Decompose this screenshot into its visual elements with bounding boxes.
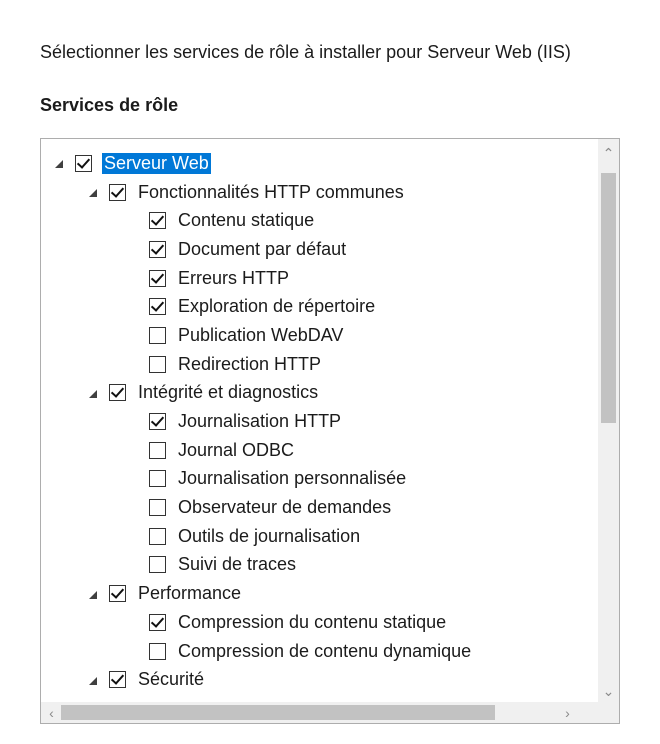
tree-item-label[interactable]: Performance <box>136 583 243 604</box>
scrollbar-corner <box>598 702 619 723</box>
tree-item[interactable]: Exploration de répertoire <box>41 292 598 321</box>
tree-item[interactable]: Performance <box>41 579 598 608</box>
checkbox[interactable] <box>149 642 166 660</box>
expand-arrow-icon[interactable] <box>89 389 97 398</box>
expand-arrow-icon[interactable] <box>55 160 63 169</box>
tree-item-label[interactable]: Serveur Web <box>102 152 211 174</box>
tree-item-label[interactable]: Outils de journalisation <box>176 526 362 547</box>
tree-item[interactable]: Compression de contenu dynamique <box>41 637 598 666</box>
tree-viewport: Serveur Web Fonctionnalités HTTP communes… <box>41 139 598 702</box>
tree-item-label[interactable]: Compression de contenu dynamique <box>176 641 473 662</box>
expand-arrow-icon[interactable] <box>89 676 97 685</box>
checkbox[interactable] <box>109 183 126 201</box>
tree-item-label[interactable]: Journal ODBC <box>176 440 296 461</box>
checkbox[interactable] <box>149 355 166 373</box>
checkbox[interactable] <box>149 269 166 287</box>
tree-item[interactable]: Journal ODBC <box>41 436 598 465</box>
tree-item[interactable]: Outils de journalisation <box>41 522 598 551</box>
tree-item[interactable]: Intégrité et diagnostics <box>41 379 598 408</box>
tree-item[interactable]: Journalisation personnalisée <box>41 465 598 494</box>
checkbox[interactable] <box>149 470 166 488</box>
tree-item-label[interactable]: Redirection HTTP <box>176 354 323 375</box>
tree-item-label[interactable]: Fonctionnalités HTTP communes <box>136 182 406 203</box>
horizontal-scroll-thumb[interactable] <box>61 705 495 720</box>
checkbox[interactable] <box>149 298 166 316</box>
checkbox[interactable] <box>149 527 166 545</box>
tree-item[interactable]: Compression du contenu statique <box>41 608 598 637</box>
chevron-left-icon[interactable]: ‹ <box>41 702 62 723</box>
checkbox[interactable] <box>149 499 166 517</box>
tree-item-label[interactable]: Intégrité et diagnostics <box>136 382 320 403</box>
checkbox[interactable] <box>109 585 126 603</box>
tree-item-label[interactable]: Exploration de répertoire <box>176 296 377 317</box>
checkbox[interactable] <box>149 326 166 344</box>
tree-item[interactable]: Publication WebDAV <box>41 321 598 350</box>
tree-item[interactable]: Suivi de traces <box>41 551 598 580</box>
role-services-tree[interactable]: Serveur Web Fonctionnalités HTTP communes… <box>40 138 620 724</box>
tree-item-label[interactable]: Journalisation HTTP <box>176 411 343 432</box>
vertical-scrollbar[interactable]: ⌃ ⌄ <box>598 139 619 702</box>
tree-item-label[interactable]: Compression du contenu statique <box>176 612 448 633</box>
checkbox[interactable] <box>109 671 126 689</box>
section-title: Services de rôle <box>40 95 179 115</box>
tree-item[interactable]: Contenu statique <box>41 206 598 235</box>
checkbox[interactable] <box>149 413 166 431</box>
intro-text: Sélectionner les services de rôle à inst… <box>40 42 571 62</box>
tree-item[interactable]: Journalisation HTTP <box>41 407 598 436</box>
checkbox[interactable] <box>149 441 166 459</box>
tree-item[interactable]: Serveur Web <box>41 149 598 178</box>
tree-item-label[interactable]: Journalisation personnalisée <box>176 468 408 489</box>
horizontal-scrollbar[interactable]: ‹ › <box>41 702 598 723</box>
checkbox[interactable] <box>149 556 166 574</box>
tree-item[interactable]: Redirection HTTP <box>41 350 598 379</box>
tree-item-label[interactable]: Suivi de traces <box>176 554 298 575</box>
tree-item-label[interactable]: Sécurité <box>136 669 206 690</box>
tree-item[interactable]: Observateur de demandes <box>41 493 598 522</box>
tree-item-label[interactable]: Erreurs HTTP <box>176 268 291 289</box>
tree-list: Serveur Web Fonctionnalités HTTP communes… <box>41 149 598 694</box>
tree-item-label[interactable]: Observateur de demandes <box>176 497 393 518</box>
tree-item-label[interactable]: Publication WebDAV <box>176 325 345 346</box>
expand-arrow-icon[interactable] <box>89 590 97 599</box>
tree-item[interactable]: Document par défaut <box>41 235 598 264</box>
tree-item[interactable]: Fonctionnalités HTTP communes <box>41 178 598 207</box>
tree-item-label[interactable]: Contenu statique <box>176 210 316 231</box>
checkbox[interactable] <box>149 613 166 631</box>
tree-item-label[interactable]: Document par défaut <box>176 239 348 260</box>
chevron-up-icon[interactable]: ⌃ <box>598 143 619 164</box>
tree-item[interactable]: Erreurs HTTP <box>41 264 598 293</box>
chevron-down-icon[interactable]: ⌄ <box>598 681 619 702</box>
checkbox[interactable] <box>149 212 166 230</box>
tree-item[interactable]: Sécurité <box>41 665 598 694</box>
checkbox[interactable] <box>109 384 126 402</box>
chevron-right-icon[interactable]: › <box>557 702 578 723</box>
expand-arrow-icon[interactable] <box>89 189 97 198</box>
checkbox[interactable] <box>149 240 166 258</box>
vertical-scroll-thumb[interactable] <box>601 173 616 423</box>
checkbox[interactable] <box>75 154 92 172</box>
